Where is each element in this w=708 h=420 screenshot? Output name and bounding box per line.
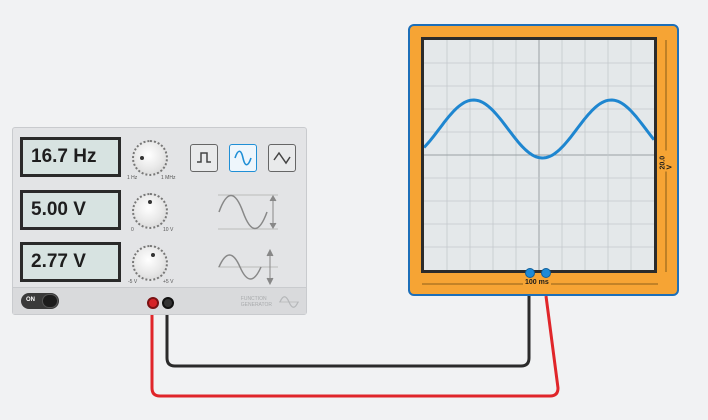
power-switch[interactable]: ON — [21, 293, 59, 309]
oscilloscope: 100 ms 20.0 V — [408, 24, 679, 296]
square-wave-button[interactable] — [190, 144, 218, 172]
amplitude-max-label: 10 V — [163, 227, 174, 233]
volt-range-label: 20.0 V — [659, 150, 674, 172]
function-generator: 16.7 Hz 5.00 V 2.77 V 1 Hz 1 MHz 0 10 V … — [12, 127, 307, 315]
amplitude-min-label: 0 — [131, 227, 134, 233]
amplitude-knob[interactable] — [132, 193, 168, 229]
negative-probe[interactable] — [525, 268, 535, 278]
offset-display: 2.77 V — [20, 242, 121, 282]
amplitude-diagram-icon — [218, 194, 278, 230]
frequency-display: 16.7 Hz — [20, 137, 121, 177]
amplitude-display: 5.00 V — [20, 190, 121, 230]
offset-min-label: -5 V — [128, 279, 138, 285]
power-switch-thumb — [42, 294, 58, 308]
frequency-max-label: 1 MHz — [161, 175, 176, 181]
time-division-label: 100 ms — [523, 279, 551, 286]
brand-label: FUNCTION GENERATOR — [241, 296, 272, 308]
sine-logo-icon — [279, 296, 299, 308]
square-wave-icon — [197, 152, 211, 163]
oscilloscope-screen — [421, 37, 657, 273]
offset-max-label: +5 V — [163, 279, 174, 285]
sine-wave-button[interactable] — [229, 144, 257, 172]
frequency-knob[interactable] — [132, 140, 168, 176]
sine-wave-icon — [234, 150, 252, 166]
positive-terminal[interactable] — [147, 297, 159, 309]
frequency-min-label: 1 Hz — [127, 175, 138, 181]
scope-grid — [422, 40, 656, 270]
power-label: ON — [26, 297, 35, 303]
offset-diagram-icon — [218, 248, 278, 285]
brand-line2: GENERATOR — [240, 302, 272, 308]
triangle-wave-button[interactable] — [268, 144, 296, 172]
negative-terminal[interactable] — [162, 297, 174, 309]
triangle-wave-icon — [273, 151, 291, 165]
positive-probe[interactable] — [541, 268, 551, 278]
offset-knob[interactable] — [132, 245, 168, 281]
